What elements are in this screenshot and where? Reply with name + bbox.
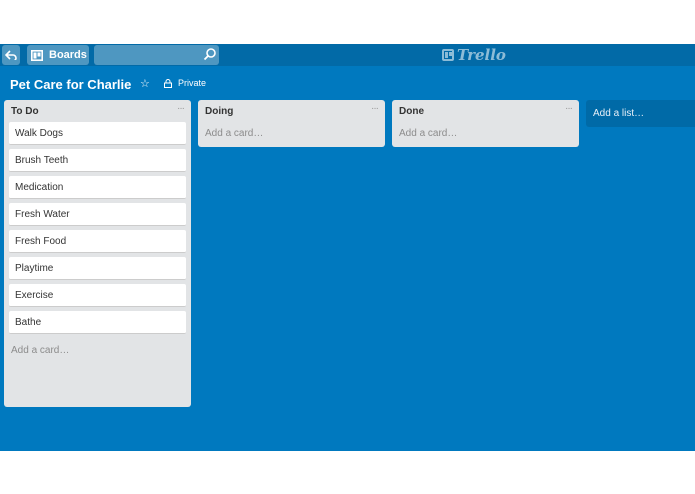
boards-button[interactable]: Boards [27,45,89,65]
boards-label: Boards [49,49,87,61]
visibility-label: Private [178,78,207,88]
card[interactable]: Fresh Water [9,203,186,226]
star-icon[interactable]: ☆ [140,77,150,90]
card[interactable]: Medication [9,176,186,199]
visibility-button[interactable]: Private [164,78,206,88]
list-done: Done ··· Add a card… [392,100,579,147]
board-title[interactable]: Pet Care for Charlie [10,77,131,92]
add-card-button[interactable]: Add a card… [198,122,385,146]
card[interactable]: Walk Dogs [9,122,186,145]
back-button[interactable] [2,45,20,65]
card[interactable]: Exercise [9,284,186,307]
trello-logo-icon [442,49,454,61]
add-card-button[interactable]: Add a card… [4,338,191,362]
add-list-button[interactable]: Add a list… [586,100,695,127]
list-title[interactable]: Doing [205,106,233,117]
card[interactable]: Brush Teeth [9,149,186,172]
lock-icon [164,78,172,88]
trello-logo[interactable]: Trello [442,46,506,64]
trello-logo-text: Trello [457,46,506,64]
card[interactable]: Fresh Food [9,230,186,253]
list-menu-icon[interactable]: ··· [565,103,573,114]
list-to-do: To Do ··· Walk Dogs Brush Teeth Medicati… [4,100,191,407]
list-title[interactable]: Done [399,106,424,117]
boards-icon [31,49,43,61]
card[interactable]: Bathe [9,311,186,334]
list-menu-icon[interactable]: ··· [177,103,185,114]
card[interactable]: Playtime [9,257,186,280]
add-card-button[interactable]: Add a card… [392,122,579,146]
list-title[interactable]: To Do [11,106,39,117]
search-input[interactable] [94,45,219,65]
board-canvas: Boards Trello Pet Care for Charlie ☆ Pri… [0,44,695,451]
search-icon[interactable] [203,47,217,61]
list-menu-icon[interactable]: ··· [371,103,379,114]
list-header: To Do ··· [4,100,191,122]
list-header: Doing ··· [198,100,385,122]
list-header: Done ··· [392,100,579,122]
back-arrow-icon [5,50,17,60]
top-header: Boards Trello [0,44,695,66]
list-doing: Doing ··· Add a card… [198,100,385,147]
